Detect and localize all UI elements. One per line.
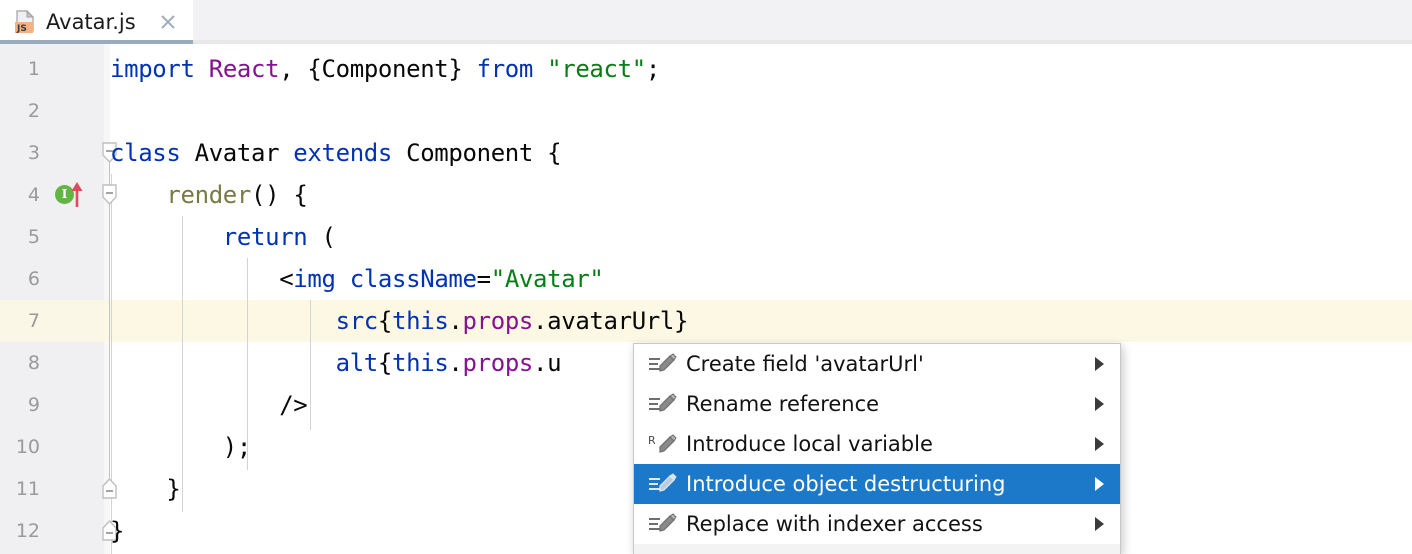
- code-token: props: [463, 307, 534, 335]
- line-number: 8: [0, 342, 40, 384]
- code-token: "Avatar": [491, 265, 604, 293]
- menu-item[interactable]: Create field 'avatarUrl': [634, 344, 1120, 384]
- line-number: 11: [0, 468, 40, 510]
- intention-pencil-icon: [648, 513, 678, 535]
- code-token: className: [350, 265, 477, 293]
- code-token: props: [463, 349, 534, 377]
- intention-pencil-icon: [648, 473, 678, 495]
- refactor-pencil-icon: R: [648, 433, 678, 455]
- code-token: render: [166, 181, 251, 209]
- code-token: Component {: [392, 139, 561, 167]
- menu-item[interactable]: R Introduce local variable: [634, 424, 1120, 464]
- code-line[interactable]: return (: [110, 216, 336, 258]
- code-token: <: [110, 265, 293, 293]
- line-number: 1: [0, 48, 40, 90]
- submenu-arrow-icon: [1088, 353, 1110, 375]
- svg-text:R: R: [648, 434, 656, 447]
- code-token: () {: [251, 181, 307, 209]
- line-number: 2: [0, 90, 40, 132]
- code-line[interactable]: />: [110, 384, 307, 426]
- code-line[interactable]: );: [110, 426, 251, 468]
- menu-item[interactable]: Introduce object destructuring: [634, 464, 1120, 504]
- line-number: 9: [0, 384, 40, 426]
- menu-item-partial[interactable]: [634, 544, 1120, 554]
- code-token: [110, 307, 336, 335]
- line-number: 10: [0, 426, 40, 468]
- menu-item[interactable]: Rename reference: [634, 384, 1120, 424]
- editor-tab-bar: JS Avatar.js: [0, 0, 1412, 44]
- code-token: }: [110, 517, 124, 545]
- submenu-arrow-icon: [1088, 393, 1110, 415]
- intention-pencil-icon: [648, 353, 678, 375]
- menu-item-label: Introduce local variable: [686, 432, 1088, 456]
- intention-pencil-icon: [648, 393, 678, 415]
- submenu-arrow-icon: [1088, 473, 1110, 495]
- menu-item-label: Rename reference: [686, 392, 1088, 416]
- code-token: .u: [533, 349, 561, 377]
- code-token: }: [110, 475, 181, 503]
- code-token: [110, 223, 223, 251]
- code-token: =: [477, 265, 491, 293]
- code-token: extends: [293, 139, 392, 167]
- code-token: alt: [336, 349, 378, 377]
- menu-item-label: Introduce object destructuring: [686, 472, 1088, 496]
- line-number: 7: [0, 300, 40, 342]
- code-token: React: [209, 55, 280, 83]
- line-number: 5: [0, 216, 40, 258]
- code-token: .avatarUrl}: [533, 307, 688, 335]
- editor-tab-avatar-js[interactable]: JS Avatar.js: [0, 0, 193, 44]
- code-line[interactable]: }: [110, 510, 124, 552]
- code-token: src: [336, 307, 378, 335]
- code-token: .: [448, 307, 462, 335]
- code-token: [110, 349, 336, 377]
- code-token: "react": [547, 55, 646, 83]
- code-token: (: [307, 223, 335, 251]
- code-token: return: [223, 223, 308, 251]
- line-number: 3: [0, 132, 40, 174]
- close-icon[interactable]: [157, 11, 179, 33]
- code-line[interactable]: class Avatar extends Component {: [110, 132, 561, 174]
- code-token: );: [110, 433, 251, 461]
- code-token: .: [448, 349, 462, 377]
- code-token: this: [392, 307, 448, 335]
- code-token: Avatar: [181, 139, 294, 167]
- submenu-arrow-icon: [1088, 433, 1110, 455]
- ide-editor-window: JS Avatar.js 123456789101112 I im: [0, 0, 1412, 554]
- svg-text:JS: JS: [16, 24, 27, 34]
- code-token: this: [392, 349, 448, 377]
- code-token: [110, 181, 166, 209]
- code-token: class: [110, 139, 181, 167]
- code-line[interactable]: <img className="Avatar": [110, 258, 604, 300]
- menu-item-label: Create field 'avatarUrl': [686, 352, 1088, 376]
- code-token: img: [293, 265, 335, 293]
- code-line[interactable]: render() {: [110, 174, 307, 216]
- line-number: 12: [0, 510, 40, 552]
- menu-item-label: Replace with indexer access: [686, 512, 1088, 536]
- code-token: {: [378, 349, 392, 377]
- code-line[interactable]: import React, {Component} from "react";: [110, 48, 660, 90]
- menu-item[interactable]: Replace with indexer access: [634, 504, 1120, 544]
- code-line[interactable]: src{this.props.avatarUrl}: [110, 300, 688, 342]
- line-number: 6: [0, 258, 40, 300]
- code-token: [195, 55, 209, 83]
- line-number: 4: [0, 174, 40, 216]
- code-line[interactable]: alt{this.props.u: [110, 342, 561, 384]
- tab-title: Avatar.js: [46, 10, 136, 34]
- code-line[interactable]: }: [110, 468, 181, 510]
- code-token: ;: [646, 55, 660, 83]
- code-token: import: [110, 55, 195, 83]
- code-token: {: [378, 307, 392, 335]
- intention-actions-popup[interactable]: Create field 'avatarUrl' Rename reference…: [633, 343, 1121, 554]
- code-token: />: [110, 391, 307, 419]
- code-token: , {Component}: [279, 55, 476, 83]
- js-file-icon: JS: [14, 10, 36, 34]
- code-token: from: [477, 55, 533, 83]
- overriding-arrow-icon[interactable]: [70, 181, 84, 203]
- submenu-arrow-icon: [1088, 513, 1110, 535]
- code-token: [336, 265, 350, 293]
- code-token: [533, 55, 547, 83]
